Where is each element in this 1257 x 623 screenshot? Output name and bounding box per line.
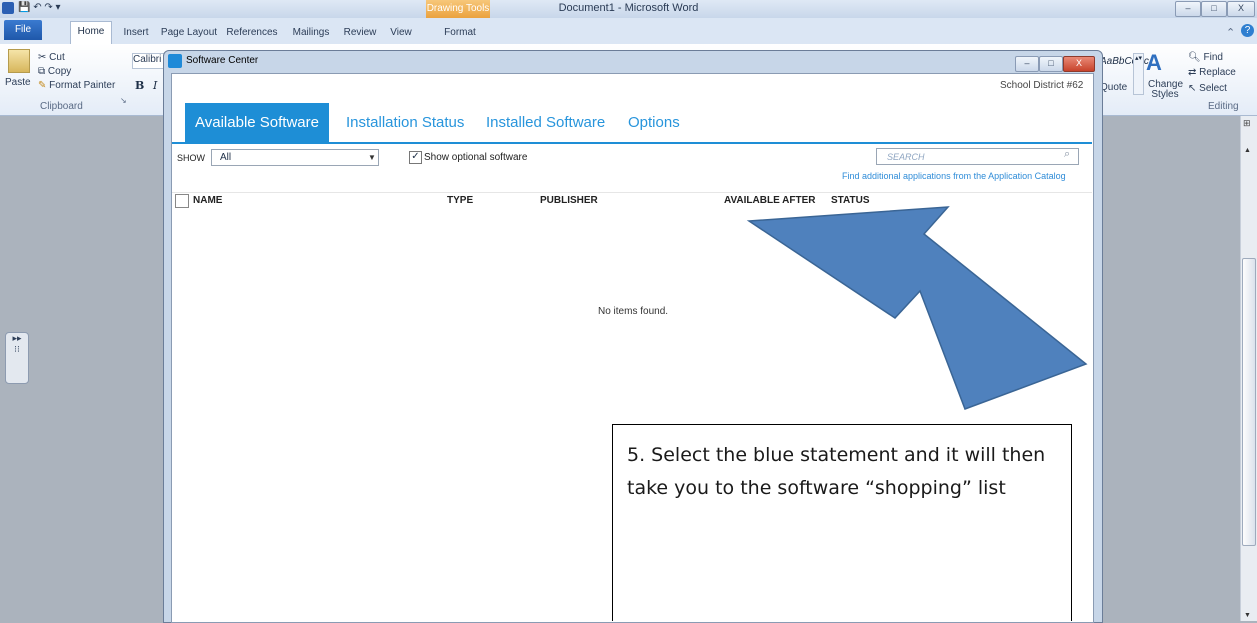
close-button[interactable]: X	[1227, 1, 1255, 17]
select-all-checkbox[interactable]	[175, 194, 189, 208]
scissors-icon: ✂	[38, 52, 50, 63]
instruction-text: 5. Select the blue statement and it will…	[627, 444, 1046, 499]
select-label: Select	[1199, 83, 1227, 94]
scroll-down-icon[interactable]: ▼	[1244, 612, 1251, 619]
tab-page-layout[interactable]: Page Layout	[158, 24, 220, 42]
tab-format[interactable]: Format	[440, 24, 480, 42]
tab-options[interactable]: Options	[628, 103, 680, 143]
show-optional-label[interactable]: Show optional software	[424, 152, 527, 163]
navigation-pane-handle[interactable]: ▸▸ ⁝⁝	[5, 332, 29, 384]
cut-button[interactable]: ✂ Cut	[38, 52, 65, 63]
help-icon[interactable]: ?	[1241, 24, 1254, 37]
instruction-callout: 5. Select the blue statement and it will…	[612, 424, 1072, 621]
column-name[interactable]: NAME	[193, 195, 222, 206]
paste-icon[interactable]	[8, 49, 30, 73]
brush-icon: ✎	[38, 80, 50, 91]
organization-name: School District #62	[1000, 80, 1084, 91]
italic-button[interactable]: I	[153, 79, 157, 92]
binoculars-icon: 🔍︎	[1188, 52, 1204, 63]
application-catalog-link[interactable]: Find additional applications from the Ap…	[842, 171, 1066, 181]
tab-available-software[interactable]: Available Software	[185, 103, 329, 143]
minimize-ribbon-icon[interactable]: ⌃	[1226, 26, 1235, 39]
tab-installation-status[interactable]: Installation Status	[346, 103, 464, 143]
tab-home[interactable]: Home	[70, 21, 112, 45]
nav-underline	[172, 142, 1092, 144]
document-title: Document1 - Microsoft Word	[558, 2, 699, 14]
tab-view[interactable]: View	[384, 24, 418, 42]
find-label: Find	[1203, 52, 1223, 63]
show-optional-checkbox[interactable]: ✓	[409, 151, 422, 164]
font-name-box[interactable]: Calibri (	[132, 53, 166, 69]
style-quote[interactable]: Quote	[1100, 82, 1127, 93]
format-painter-label: Format Painter	[49, 80, 116, 91]
tab-insert[interactable]: Insert	[116, 24, 156, 42]
replace-icon: ⇄	[1188, 67, 1200, 78]
paste-button[interactable]: Paste	[5, 77, 31, 88]
bold-button[interactable]: B	[135, 79, 144, 92]
editing-group-label: Editing	[1208, 101, 1239, 112]
copy-icon: ⧉	[38, 66, 48, 77]
change-styles-icon: A	[1146, 50, 1162, 75]
software-center-title: Software Center	[186, 55, 259, 66]
maximize-button[interactable]: □	[1201, 1, 1227, 17]
annotation-arrow	[746, 206, 1088, 410]
software-center-icon	[168, 54, 182, 68]
empty-message: No items found.	[598, 306, 669, 317]
copy-label: Copy	[47, 66, 72, 77]
search-icon[interactable]: ⌕	[1064, 148, 1070, 161]
styles-scroll[interactable]: ▴▾	[1133, 53, 1144, 95]
dialog-launcher-icon[interactable]: ↘	[120, 96, 127, 105]
change-styles-button[interactable]: Change Styles	[1148, 80, 1183, 100]
sc-minimize-button[interactable]: –	[1015, 56, 1039, 72]
column-type[interactable]: TYPE	[447, 195, 473, 206]
scroll-up-icon[interactable]: ▲	[1244, 147, 1251, 154]
replace-button[interactable]: ⇄ Replace	[1188, 67, 1236, 78]
show-label: SHOW	[177, 153, 205, 163]
sc-close-button[interactable]: X	[1063, 56, 1095, 72]
replace-label: Replace	[1199, 67, 1236, 78]
search-input[interactable]: SEARCH	[876, 148, 1079, 165]
copy-button[interactable]: ⧉ Copy	[38, 66, 71, 77]
tab-file[interactable]: File	[4, 20, 42, 40]
scrollbar-thumb[interactable]	[1242, 258, 1256, 546]
sc-maximize-button[interactable]: □	[1039, 56, 1063, 72]
tab-references[interactable]: References	[222, 24, 282, 42]
dropdown-arrow-icon[interactable]: ▼	[368, 153, 376, 162]
cursor-icon: ↖	[1188, 83, 1200, 94]
tab-review[interactable]: Review	[340, 24, 380, 42]
column-publisher[interactable]: PUBLISHER	[540, 195, 598, 206]
select-button[interactable]: ↖ Select	[1188, 83, 1227, 94]
tab-mailings[interactable]: Mailings	[286, 24, 336, 42]
ruler-toggle-icon[interactable]: ⊞	[1243, 118, 1251, 129]
find-button[interactable]: 🔍︎ Find	[1188, 52, 1223, 63]
cut-label: Cut	[49, 52, 65, 63]
minimize-button[interactable]: –	[1175, 1, 1201, 17]
clipboard-group-label: Clipboard	[40, 101, 83, 112]
tab-installed-software[interactable]: Installed Software	[486, 103, 605, 143]
format-painter-button[interactable]: ✎ Format Painter	[38, 80, 115, 91]
show-filter-select[interactable]: All	[211, 149, 379, 166]
